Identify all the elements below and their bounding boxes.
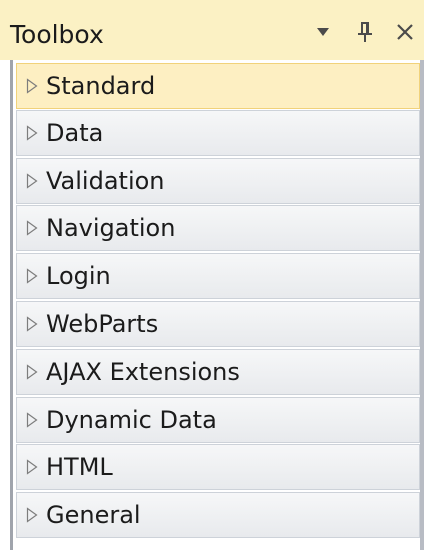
expand-arrow-icon <box>24 218 40 238</box>
toolbox-group-login[interactable]: Login <box>16 253 420 299</box>
toolbox-group-validation[interactable]: Validation <box>16 158 420 204</box>
toolbox-title-bar[interactable]: Toolbox <box>0 0 424 60</box>
group-label: Standard <box>46 72 156 100</box>
expand-arrow-icon <box>24 410 40 430</box>
expand-arrow-icon <box>24 362 40 382</box>
toolbox-group-data[interactable]: Data <box>16 110 420 156</box>
toolbox-group-dynamic-data[interactable]: Dynamic Data <box>16 397 420 443</box>
panel-right-border <box>420 60 424 550</box>
expand-arrow-icon <box>24 505 40 525</box>
toolbox-group-navigation[interactable]: Navigation <box>16 205 420 251</box>
auto-hide-pin-button[interactable] <box>353 18 377 46</box>
group-label: Login <box>46 262 111 290</box>
group-label: Dynamic Data <box>46 406 217 434</box>
close-icon <box>397 24 413 40</box>
group-label: Navigation <box>46 214 176 242</box>
group-label: General <box>46 501 141 529</box>
toolbox-group-standard[interactable]: Standard <box>16 63 420 109</box>
toolbox-group-general[interactable]: General <box>16 492 420 538</box>
toolbox-window: Toolbox Standard Data Validation Navigat… <box>0 0 424 550</box>
expand-arrow-icon <box>24 123 40 143</box>
expand-arrow-icon <box>24 171 40 191</box>
toolbox-group-list: Standard Data Validation Navigation Logi <box>13 62 420 550</box>
close-button[interactable] <box>391 18 419 46</box>
window-position-dropdown-button[interactable] <box>311 18 335 46</box>
expand-arrow-icon <box>24 457 40 477</box>
group-label: Data <box>46 119 104 147</box>
group-label: Validation <box>46 167 165 195</box>
toolbox-group-html[interactable]: HTML <box>16 444 420 490</box>
triangle-down-icon <box>317 28 329 36</box>
expand-arrow-icon <box>24 266 40 286</box>
toolbox-group-webparts[interactable]: WebParts <box>16 301 420 347</box>
pushpin-icon <box>358 22 372 42</box>
group-label: HTML <box>46 453 113 481</box>
window-title: Toolbox <box>10 20 104 49</box>
toolbox-group-ajax-extensions[interactable]: AJAX Extensions <box>16 349 420 395</box>
group-label: WebParts <box>46 310 159 338</box>
group-label: AJAX Extensions <box>46 358 240 386</box>
expand-arrow-icon <box>24 314 40 334</box>
expand-arrow-icon <box>24 76 40 96</box>
